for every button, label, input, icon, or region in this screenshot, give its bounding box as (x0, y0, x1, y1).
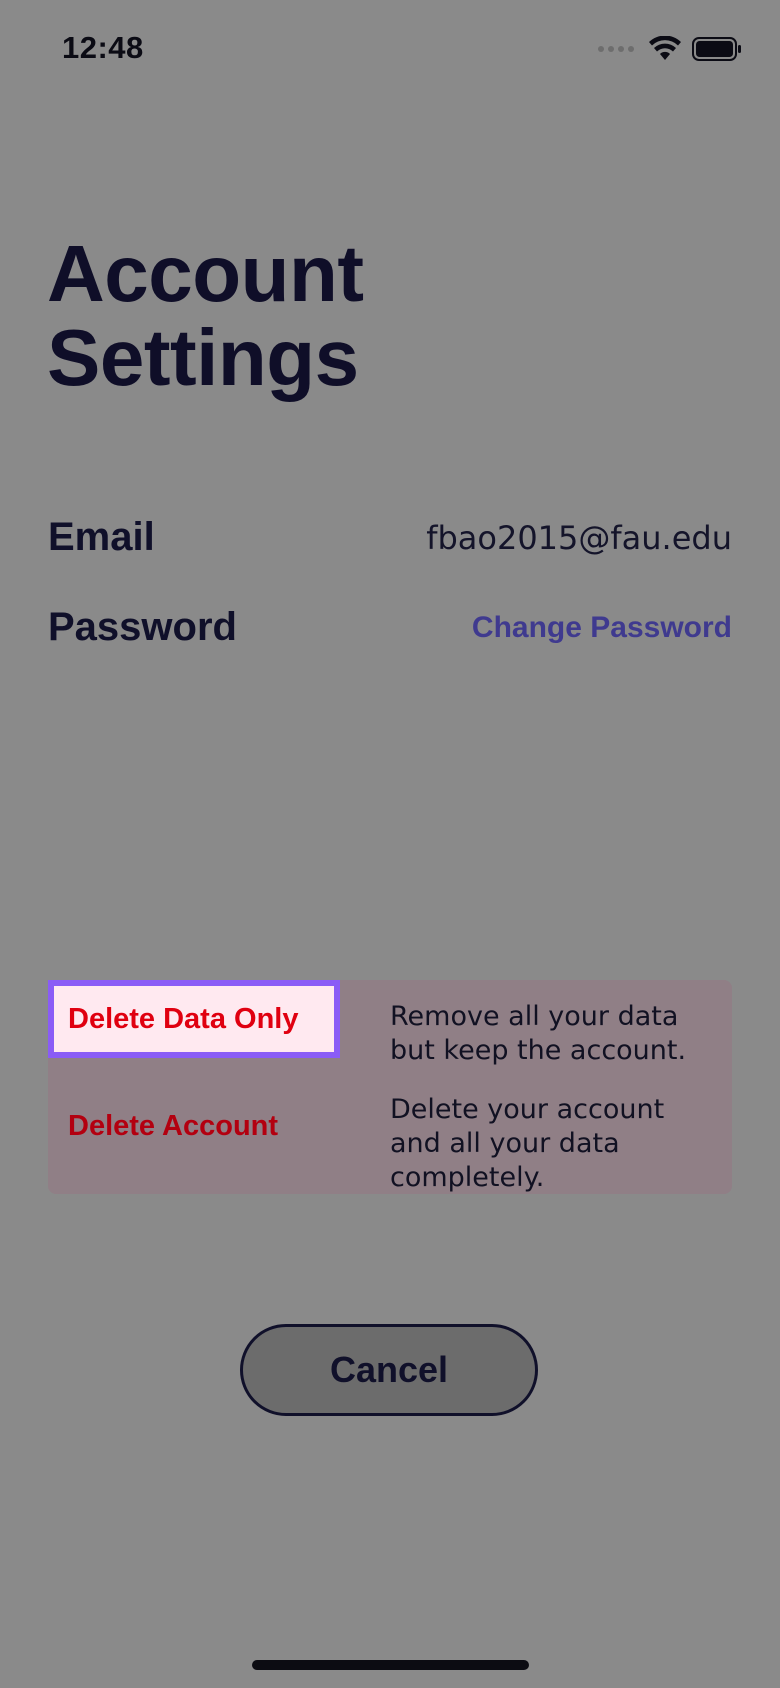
delete-account-button[interactable]: Delete Account (48, 1087, 298, 1165)
delete-data-description: Remove all your data but keep the accoun… (390, 1001, 687, 1066)
delete-account-description: Delete your account and all your data co… (390, 1094, 665, 1193)
status-bar: 12:48 (0, 0, 780, 100)
cancel-button[interactable]: Cancel (240, 1324, 538, 1416)
home-indicator[interactable] (252, 1660, 529, 1670)
email-label: Email (48, 515, 155, 559)
password-label: Password (48, 605, 237, 649)
delete-data-row: Delete Data Only Remove all your data bu… (48, 980, 732, 1066)
email-value: fbao2015@fau.edu (426, 518, 732, 557)
delete-data-only-button[interactable]: Delete Data Only (48, 980, 340, 1058)
wifi-icon (649, 36, 681, 60)
status-time: 12:48 (62, 30, 144, 65)
email-row: Email fbao2015@fau.edu (48, 515, 732, 560)
cellular-signal-icon (598, 46, 634, 52)
page-title: Account Settings (47, 229, 364, 402)
status-icons (598, 36, 742, 62)
battery-icon (692, 37, 741, 61)
change-password-link[interactable]: Change Password (472, 611, 732, 645)
danger-zone-panel: Delete Data Only Remove all your data bu… (48, 980, 732, 1194)
delete-account-row: Delete Account Delete your account and a… (48, 1087, 732, 1193)
password-row: Password Change Password (48, 605, 732, 650)
